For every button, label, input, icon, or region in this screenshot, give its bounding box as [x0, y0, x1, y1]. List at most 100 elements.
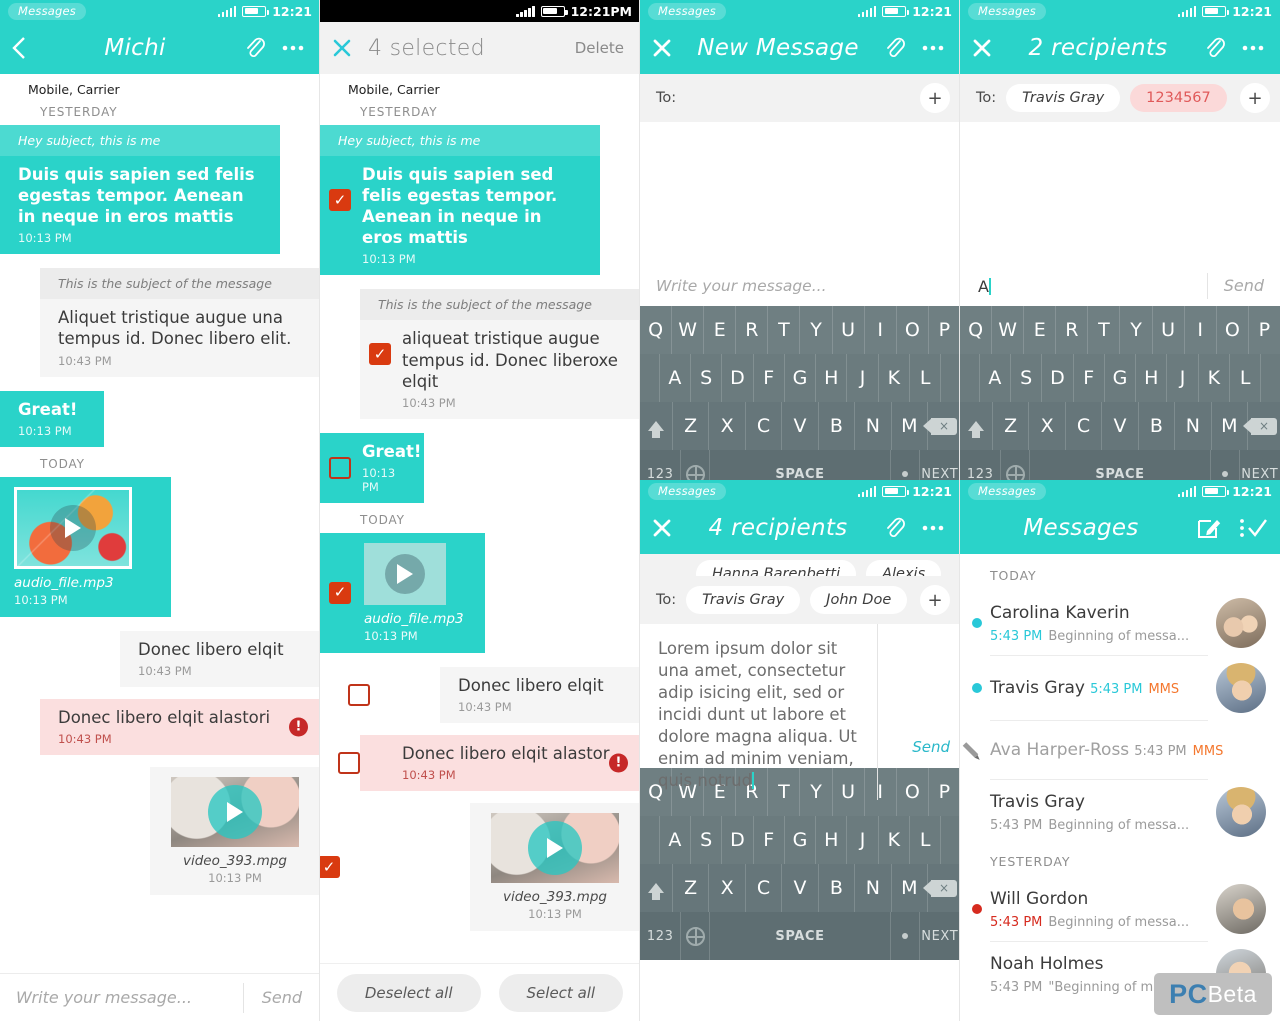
list-item[interactable]: Carolina Kaverin 5:43 PM Beginning of mes… [960, 591, 1280, 655]
key-N[interactable]: N [855, 402, 892, 450]
key-K[interactable]: K [1199, 354, 1231, 402]
key-numeric[interactable]: 123 [960, 450, 1002, 480]
shift-arrow-icon[interactable] [640, 402, 673, 450]
recipients-row[interactable]: To: Travis Gray John Doe + [640, 576, 960, 624]
backspace-icon[interactable]: × [923, 864, 960, 912]
attachment-bubble-video[interactable]: video_393.mpg 10:13 PM ✓ [320, 803, 640, 932]
shift-arrow-icon[interactable] [960, 402, 993, 450]
key-J[interactable]: J [847, 354, 879, 402]
list-item[interactable]: Travis Gray 5:43 PM Beginning of messa... [960, 780, 1280, 844]
typed-text[interactable]: A [960, 277, 1207, 296]
key-U[interactable]: U [1153, 306, 1185, 354]
message-input[interactable]: Write your message... [640, 277, 960, 295]
close-x-icon[interactable] [652, 518, 672, 538]
selection-checkbox[interactable]: ✓ [320, 856, 340, 879]
message-bubble[interactable]: This is the subject of the message aliqu… [360, 289, 640, 419]
key-J[interactable]: J [1167, 354, 1199, 402]
message-input[interactable]: Lorem ipsum dolor sit una amet, consecte… [640, 624, 878, 800]
key-L[interactable]: L [910, 816, 942, 864]
key-I[interactable]: I [1185, 306, 1217, 354]
send-button[interactable]: Send [912, 738, 950, 756]
paperclip-icon[interactable] [884, 515, 906, 541]
key-L[interactable]: L [1230, 354, 1262, 402]
send-button[interactable]: Send [242, 982, 320, 1013]
key-T[interactable]: T [768, 306, 801, 354]
key-G[interactable]: G [1105, 354, 1137, 402]
key-K[interactable]: K [879, 816, 911, 864]
key-A[interactable]: A [660, 354, 692, 402]
key-B[interactable]: B [1139, 402, 1176, 450]
recipient-chip[interactable]: Travis Gray [686, 586, 801, 614]
recipients-row[interactable]: To: + [640, 74, 960, 122]
key-G[interactable]: G [785, 354, 817, 402]
key-Y[interactable]: Y [800, 306, 833, 354]
paperclip-icon[interactable] [1204, 35, 1226, 61]
key-next[interactable]: NEXT [920, 450, 960, 481]
overflow-menu-icon[interactable] [912, 45, 948, 51]
message-bubble[interactable]: Hey subject, this is me Duis quis sapien… [0, 125, 280, 255]
keyboard[interactable]: Q W E R T Y U I O P A S D F G H J K L Z … [960, 306, 1280, 480]
overflow-menu-icon[interactable] [272, 45, 308, 51]
key-Z[interactable]: Z [673, 864, 710, 912]
globe-language-icon[interactable] [1001, 450, 1031, 480]
overflow-check-icon[interactable] [1228, 516, 1268, 540]
key-V[interactable]: V [1102, 402, 1139, 450]
message-area[interactable] [640, 122, 960, 266]
key-D[interactable]: D [722, 354, 754, 402]
key-X[interactable]: X [709, 864, 746, 912]
recipients-row-overflow[interactable]: Hanna Barenbetti Alexis [640, 554, 960, 576]
delete-button[interactable]: Delete [575, 39, 628, 57]
key-U[interactable]: U [833, 306, 865, 354]
key-N[interactable]: N [855, 864, 892, 912]
key-L[interactable]: L [910, 354, 942, 402]
attachment-bubble-audio[interactable]: audio_file.mp3 10:13 PM ✓ [320, 532, 485, 653]
key-F[interactable]: F [754, 816, 785, 864]
selection-checkbox[interactable]: ✓ [329, 189, 351, 212]
key-space[interactable]: SPACE [710, 912, 891, 960]
selection-checkbox[interactable] [348, 683, 370, 706]
key-next[interactable]: NEXT [920, 912, 960, 960]
key-Z[interactable]: Z [993, 402, 1030, 450]
list-item[interactable]: Will Gordon 5:43 PM Beginning of messa... [960, 877, 1280, 941]
key-T[interactable]: T [1088, 306, 1121, 354]
key-A[interactable]: A [660, 816, 692, 864]
key-N[interactable]: N [1175, 402, 1212, 450]
select-all-button[interactable]: Select all [498, 973, 624, 1012]
key-W[interactable]: W [672, 306, 705, 354]
key-space[interactable]: SPACE [1030, 450, 1211, 480]
message-composer[interactable]: A Send [960, 266, 1280, 306]
add-recipient-button[interactable]: + [920, 585, 950, 615]
attachment-bubble-video[interactable]: video_393.mpg 10:13 PM [150, 766, 320, 895]
key-B[interactable]: B [819, 402, 856, 450]
key-O[interactable]: O [897, 768, 929, 816]
message-bubble-failed[interactable]: Donec libero elqit alastori 10:43 PM ! [40, 698, 320, 755]
list-item[interactable]: Travis Gray 5:43 PM MMS [960, 656, 1280, 720]
close-x-icon[interactable] [652, 38, 672, 58]
key-Q[interactable]: Q [960, 306, 993, 354]
recipient-chip-invalid[interactable]: 1234567 [1130, 84, 1227, 112]
compose-pencil-icon[interactable] [1196, 515, 1222, 541]
paperclip-icon[interactable] [884, 35, 906, 61]
key-K[interactable]: K [879, 354, 911, 402]
selection-checkbox[interactable]: ✓ [369, 343, 391, 366]
key-C[interactable]: C [746, 402, 783, 450]
key-O[interactable]: O [897, 306, 929, 354]
period-key-icon[interactable] [891, 912, 920, 960]
message-input[interactable]: Write your message... [0, 988, 243, 1007]
selection-checkbox[interactable] [329, 456, 351, 479]
key-I[interactable]: I [865, 306, 897, 354]
selection-checkbox[interactable] [338, 752, 360, 775]
paperclip-icon[interactable] [244, 35, 266, 61]
back-chevron-icon[interactable] [12, 36, 26, 60]
deselect-all-button[interactable]: Deselect all [336, 973, 481, 1012]
selection-checkbox[interactable]: ✓ [329, 581, 351, 604]
period-key-icon[interactable] [1211, 450, 1240, 480]
key-E[interactable]: E [1024, 306, 1057, 354]
key-A[interactable]: A [980, 354, 1012, 402]
key-D[interactable]: D [1042, 354, 1074, 402]
keyboard[interactable]: Q W E R T Y U I O P A S D F G H J K L Z … [640, 306, 960, 480]
key-Z[interactable]: Z [673, 402, 710, 450]
message-composer[interactable]: Write your message... Send [0, 973, 320, 1021]
key-H[interactable]: H [1136, 354, 1168, 402]
message-bubble[interactable]: Hey subject, this is me Duis quis sapien… [320, 125, 600, 276]
